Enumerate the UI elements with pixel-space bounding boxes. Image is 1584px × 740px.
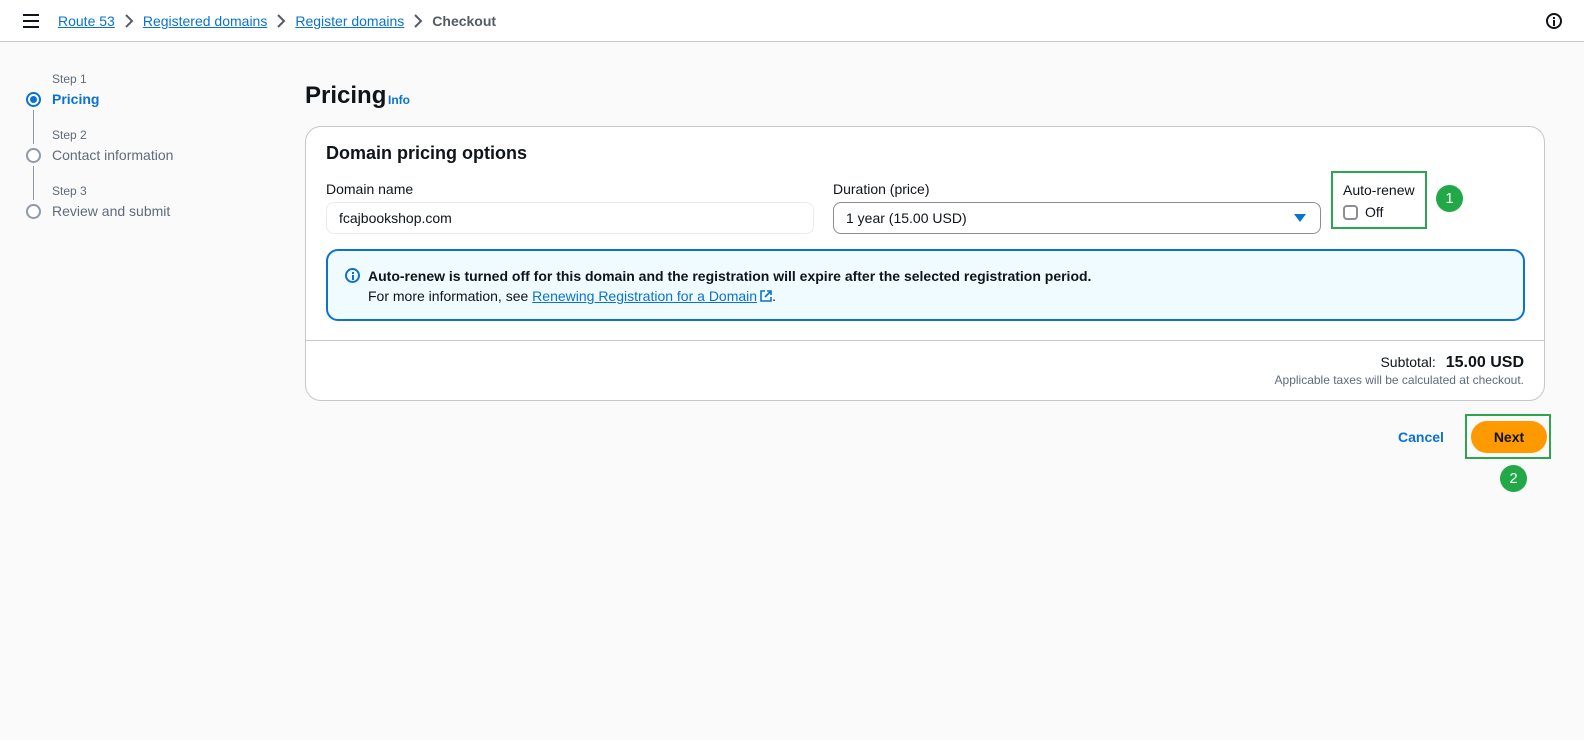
step-review-and-submit: Step 3 Review and submit — [25, 184, 265, 240]
step-pricing[interactable]: Step 1 Pricing — [25, 72, 265, 144]
next-button[interactable]: Next — [1471, 421, 1547, 453]
card-divider — [306, 340, 1544, 341]
alert-link-text: Renewing Registration for a Domain — [532, 288, 758, 304]
autorenew-label: Auto-renew — [1343, 182, 1415, 198]
tax-note: Applicable taxes will be calculated at c… — [1274, 373, 1524, 387]
info-panel-icon[interactable] — [1546, 13, 1562, 29]
alert-title: Auto-renew is turned off for this domain… — [368, 268, 1092, 284]
duration-select[interactable]: 1 year (15.00 USD) — [833, 202, 1321, 234]
external-link-icon — [760, 290, 772, 302]
step-number: Step 1 — [52, 72, 87, 86]
breadcrumb: Route 53 Registered domains Register dom… — [58, 13, 496, 29]
menu-icon[interactable] — [23, 14, 39, 28]
chevron-right-icon — [267, 14, 295, 28]
info-link[interactable]: Info — [388, 93, 410, 107]
annotation-badge-1: 1 — [1436, 185, 1463, 212]
cancel-button[interactable]: Cancel — [1398, 429, 1444, 445]
duration-label: Duration (price) — [833, 181, 930, 197]
step-contact-information: Step 2 Contact information — [25, 128, 265, 200]
domain-pricing-card: Domain pricing options Domain name fcajb… — [305, 126, 1545, 401]
caret-down-icon — [1294, 214, 1306, 222]
step-number: Step 2 — [52, 128, 87, 142]
autorenew-checkbox[interactable] — [1343, 205, 1358, 220]
alert-body-suffix: . — [772, 288, 776, 304]
chevron-right-icon — [115, 14, 143, 28]
wizard-steps: Step 1 Pricing Step 2 Contact informatio… — [25, 72, 265, 240]
info-icon — [345, 268, 360, 283]
alert-body: For more information, see Renewing Regis… — [368, 288, 776, 304]
duration-selected-value: 1 year (15.00 USD) — [846, 210, 967, 226]
step-inactive-indicator-icon — [26, 204, 41, 219]
next-button-highlight: Next — [1465, 414, 1551, 459]
subtotal-label: Subtotal: — [1380, 354, 1436, 370]
breadcrumb-current: Checkout — [432, 13, 497, 29]
top-navigation-bar: Route 53 Registered domains Register dom… — [0, 0, 1584, 42]
step-label: Pricing — [52, 91, 100, 107]
domain-name-label: Domain name — [326, 181, 414, 197]
autorenew-state: Off — [1365, 204, 1384, 220]
step-label: Review and submit — [52, 203, 171, 219]
chevron-right-icon — [404, 14, 432, 28]
breadcrumb-registered-domains[interactable]: Registered domains — [143, 13, 268, 29]
breadcrumb-register-domains[interactable]: Register domains — [295, 13, 404, 29]
autorenew-info-alert: Auto-renew is turned off for this domain… — [326, 249, 1525, 321]
subtotal-value: 15.00 USD — [1445, 354, 1524, 371]
page-title: Pricing — [305, 82, 387, 109]
step-label: Contact information — [52, 147, 174, 163]
card-title: Domain pricing options — [326, 143, 527, 163]
step-number: Step 3 — [52, 184, 87, 198]
subtotal: Subtotal: 15.00 USD — [1380, 354, 1524, 372]
autorenew-highlight: Auto-renew Off — [1331, 171, 1427, 229]
breadcrumb-route53[interactable]: Route 53 — [58, 13, 115, 29]
annotation-badge-2: 2 — [1500, 465, 1527, 492]
step-inactive-indicator-icon — [26, 148, 41, 163]
renewing-registration-link[interactable]: Renewing Registration for a Domain — [532, 288, 772, 304]
alert-body-prefix: For more information, see — [368, 288, 533, 304]
step-active-indicator-icon — [26, 92, 41, 107]
domain-name-field: fcajbookshop.com — [326, 202, 814, 234]
